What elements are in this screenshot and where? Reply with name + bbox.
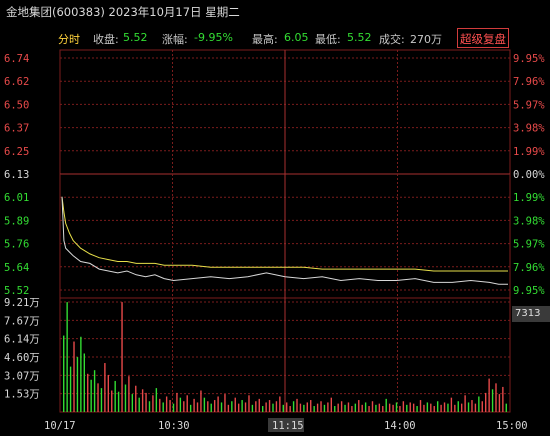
volume-tick-label: 4.60万 — [4, 352, 40, 364]
price-tick-label: 6.01 — [4, 192, 29, 204]
percent-tick-label: 3.98% — [513, 123, 545, 135]
price-tick-label: 6.25 — [4, 146, 29, 158]
price-tick-label: 6.50 — [4, 99, 29, 111]
volume-axis: 9.21万 7.67万 6.14万 4.60万 3.07万 1.53万 — [4, 297, 40, 401]
percent-tick-label: 0.00% — [513, 169, 545, 181]
percent-tick-label: 7.96% — [513, 76, 545, 88]
volume-tick-label: 7.67万 — [4, 315, 40, 327]
percent-tick-label: 5.97% — [513, 239, 545, 251]
price-tick-label: 6.13 — [4, 169, 29, 181]
price-tick-label: 5.64 — [4, 262, 29, 274]
percent-tick-label: 1.99% — [513, 192, 545, 204]
price-axis-left: 6.74 6.62 6.50 6.37 6.25 6.13 6.01 5.89 5.76 5.64… — [4, 53, 29, 297]
percent-tick-label: 3.98% — [513, 215, 545, 227]
intraday-chart[interactable]: 6.74 6.62 6.50 6.37 6.25 6.13 6.01 5.89 5.76 5.64… — [0, 0, 550, 436]
volume-tick-label: 9.21万 — [4, 297, 40, 309]
time-highlight — [268, 418, 304, 432]
price-tick-label: 5.52 — [4, 285, 29, 297]
volume-edge-readout: 7313 — [512, 306, 550, 322]
percent-tick-label: 1.99% — [513, 146, 545, 158]
price-tick-label: 6.62 — [4, 76, 29, 88]
percent-tick-label: 9.95% — [513, 53, 545, 65]
price-tick-label: 6.37 — [4, 123, 29, 135]
percent-tick-label: 7.96% — [513, 262, 545, 274]
chart-grid — [59, 49, 511, 413]
volume-tick-label: 3.07万 — [4, 370, 40, 382]
percent-axis-right: 9.95% 7.96% 5.97% 3.98% 1.99% 0.00% 1.99% 3.98%… — [513, 53, 545, 297]
price-tick-label: 5.89 — [4, 215, 29, 227]
percent-tick-label: 5.97% — [513, 99, 545, 111]
price-tick-label: 5.76 — [4, 239, 29, 251]
volume-tick-label: 1.53万 — [4, 389, 40, 401]
volume-tick-label: 6.14万 — [4, 334, 40, 346]
percent-tick-label: 9.95% — [513, 285, 545, 297]
price-tick-label: 6.74 — [4, 53, 29, 65]
